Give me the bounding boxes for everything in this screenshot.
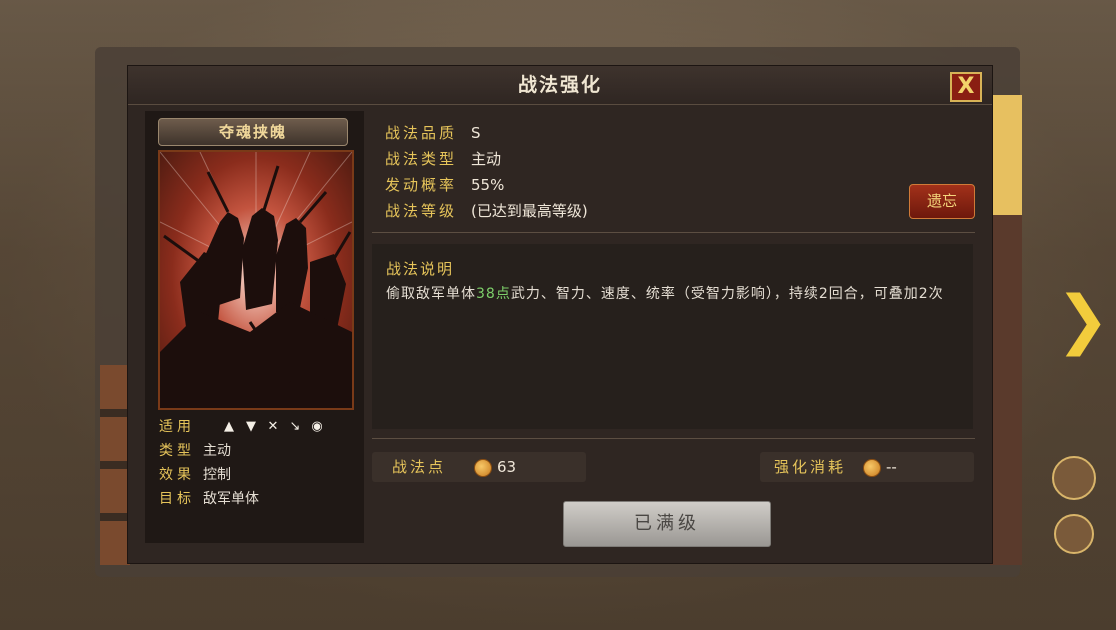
attr-type-value: 主动 (203, 443, 231, 459)
max-level-button[interactable]: 已满级 (563, 501, 771, 547)
skill-points-label: 战法点 (392, 458, 447, 476)
shield-icon: ▼ (246, 419, 256, 434)
warriors-silhouette-image (160, 152, 352, 408)
background-side-tabs (990, 95, 1022, 565)
upgrade-cost-label: 强化消耗 (774, 458, 847, 476)
info-quality-label: 战法品质 (385, 124, 458, 142)
info-level-label: 战法等级 (385, 202, 458, 220)
background-round-button (1052, 456, 1096, 500)
attr-type-label: 类型 (159, 443, 195, 459)
troop-type-icons: ▲ ▼ ✕ ↘ ◉ (221, 417, 325, 437)
info-quality: 战法品质 S (385, 121, 481, 145)
coin-icon (474, 459, 492, 477)
attr-effect-label: 效果 (159, 467, 195, 483)
info-rate-value: 55% (471, 176, 505, 194)
info-rate: 发动概率 55% (385, 173, 504, 197)
background-list-tabs (100, 365, 130, 565)
skill-upgrade-dialog: 战法强化 X 夺魂挟魄 适用 ▲ ▼ ✕ ↘ ◉ 类型 主动 效果 控制 目标 … (127, 65, 993, 564)
attr-target-value: 敌军单体 (203, 491, 259, 507)
attr-effect: 效果 控制 (159, 465, 231, 485)
divider (372, 232, 975, 233)
description-box: 战法说明 偷取敌军单体38点武力、智力、速度、统率（受智力影响），持续2回合，可… (372, 244, 973, 429)
info-kind-label: 战法类型 (385, 150, 458, 168)
close-button[interactable]: X (950, 72, 982, 102)
skill-points-box: 战法点 63 (372, 452, 586, 482)
attr-target: 目标 敌军单体 (159, 489, 259, 509)
description-text: 偷取敌军单体38点武力、智力、速度、统率（受智力影响），持续2回合，可叠加2次 (386, 281, 966, 308)
info-quality-value: S (471, 124, 481, 142)
attr-effect-value: 控制 (203, 467, 231, 483)
skill-points-value: 63 (497, 458, 517, 476)
info-kind: 战法类型 主动 (385, 147, 501, 171)
description-title: 战法说明 (386, 260, 455, 278)
info-level: 战法等级 (已达到最高等级) (385, 199, 588, 223)
attr-type: 类型 主动 (159, 441, 231, 461)
info-level-value: (已达到最高等级) (471, 202, 588, 220)
title-bar: 战法强化 X (128, 66, 992, 105)
cavalry-icon: ▲ (224, 419, 234, 434)
info-kind-value: 主动 (471, 150, 502, 168)
divider (372, 438, 975, 439)
upgrade-cost-box: 强化消耗 -- (760, 452, 974, 482)
attr-target-label: 目标 (159, 491, 195, 507)
description-text-after: 武力、智力、速度、统率（受智力影响），持续2回合，可叠加2次 (510, 286, 944, 302)
description-text-before: 偷取敌军单体 (386, 286, 476, 302)
attr-suitable-label: 适用 (159, 419, 195, 435)
description-highlight: 38点 (476, 286, 511, 302)
info-rate-label: 发动概率 (385, 176, 458, 194)
spear-icon: ↘ (289, 419, 301, 434)
dialog-title: 战法强化 (517, 74, 602, 96)
next-arrow-icon[interactable]: ❯ (1056, 288, 1110, 352)
background-round-button (1054, 514, 1094, 554)
vehicle-icon: ◉ (311, 419, 323, 434)
forget-button[interactable]: 遗忘 (909, 184, 975, 219)
attr-suitable: 适用 ▲ ▼ ✕ ↘ ◉ (159, 417, 323, 437)
skill-name-plate: 夺魂挟魄 (158, 118, 348, 146)
skill-card-panel: 夺魂挟魄 适用 ▲ ▼ ✕ ↘ ◉ 类型 主动 效果 控制 目标 敌军单体 (145, 111, 364, 543)
skill-card-art (158, 150, 354, 410)
coin-icon (863, 459, 881, 477)
upgrade-cost-value: -- (886, 458, 897, 476)
bow-icon: ✕ (267, 419, 279, 434)
